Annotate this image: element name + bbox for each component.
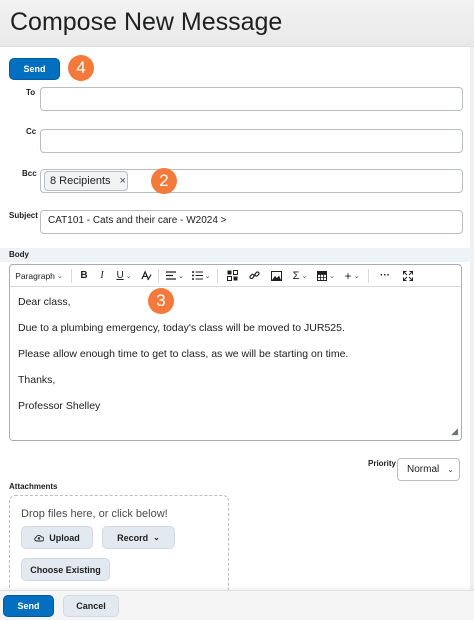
chevron-down-icon: ⌄ — [447, 465, 454, 474]
more-options-icon[interactable]: ··· — [372, 265, 398, 287]
upload-button[interactable]: Upload — [21, 526, 93, 549]
chevron-down-icon: ⌄ — [56, 272, 63, 280]
callout-badge-4: 4 — [68, 55, 94, 81]
cancel-button[interactable]: Cancel — [63, 595, 119, 617]
chevron-down-icon: ⌄ — [204, 272, 211, 280]
equation-dropdown[interactable]: Σ ⌄ — [287, 265, 313, 287]
link-icon[interactable] — [243, 265, 265, 287]
cloud-upload-icon — [34, 534, 45, 541]
insert-stuff-icon[interactable] — [221, 265, 243, 287]
subject-value: CAT101 - Cats and their care - W2024 > — [48, 215, 227, 226]
editor-toolbar: Paragraph ⌄ B I U ⌄ ⌄ ⌄ Σ ⌄ ⌄ + ⌄ ··· — [10, 265, 461, 287]
cc-label: Cc — [26, 127, 37, 136]
italic-button[interactable]: I — [93, 265, 111, 287]
attachments-label: Attachments — [9, 482, 58, 491]
chevron-down-icon: ⌄ — [353, 272, 360, 280]
chevron-down-icon: ⌄ — [178, 272, 184, 280]
bcc-chip-text: 8 Recipients — [50, 175, 111, 187]
image-icon[interactable] — [265, 265, 287, 287]
body-line-thanks: Thanks, — [18, 374, 56, 386]
fullscreen-icon[interactable] — [398, 265, 418, 287]
bullet-list-icon — [191, 271, 203, 280]
to-label: To — [26, 88, 36, 97]
body-label-row: Body — [0, 248, 474, 262]
subject-label: Subject — [9, 211, 38, 220]
bold-button[interactable]: B — [75, 265, 93, 287]
align-left-icon — [166, 271, 177, 280]
close-icon[interactable]: × — [120, 175, 126, 187]
body-line-greeting: Dear class, — [18, 296, 71, 308]
page-title: Compose New Message — [10, 8, 283, 36]
body-label: Body — [9, 250, 29, 259]
bcc-recipients-chip[interactable]: 8 Recipients × — [44, 171, 128, 191]
bcc-label: Bcc — [22, 169, 37, 178]
record-dropdown-button[interactable]: Record ⌄ — [102, 526, 175, 549]
text-style-icon[interactable] — [137, 265, 155, 287]
list-dropdown[interactable]: ⌄ — [188, 265, 214, 287]
choose-existing-button[interactable]: Choose Existing — [21, 558, 110, 581]
table-dropdown[interactable]: ⌄ — [313, 265, 339, 287]
body-line-notice: Due to a plumbing emergency, today's cla… — [18, 322, 345, 334]
paragraph-format-dropdown[interactable]: Paragraph ⌄ — [10, 265, 68, 287]
priority-select[interactable]: Normal ⌄ — [397, 458, 460, 481]
resize-handle-icon[interactable]: ◢ — [451, 426, 458, 437]
align-dropdown[interactable]: ⌄ — [162, 265, 188, 287]
chevron-down-icon: ⌄ — [125, 272, 132, 280]
body-line-reminder: Please allow enough time to get to class… — [18, 348, 349, 360]
page-scrollbar[interactable] — [470, 47, 474, 590]
underline-dropdown[interactable]: U ⌄ — [111, 265, 137, 287]
chevron-down-icon: ⌄ — [329, 272, 335, 280]
plus-icon: + — [344, 268, 352, 283]
callout-badge-3: 3 — [148, 288, 174, 314]
chevron-down-icon: ⌄ — [153, 533, 160, 542]
callout-badge-2: 2 — [151, 168, 177, 194]
send-button-bottom[interactable]: Send — [3, 595, 54, 617]
to-field[interactable] — [40, 87, 463, 111]
sigma-icon: Σ — [292, 269, 300, 282]
chevron-down-icon: ⌄ — [301, 272, 308, 280]
send-button-top[interactable]: Send — [9, 58, 60, 80]
priority-label: Priority — [368, 459, 397, 468]
body-line-signature: Professor Shelley — [18, 400, 101, 412]
body-editor[interactable]: Paragraph ⌄ B I U ⌄ ⌄ ⌄ Σ ⌄ ⌄ + ⌄ ··· De… — [9, 264, 462, 441]
table-icon — [317, 270, 328, 281]
drop-files-text: Drop files here, or click below! — [21, 508, 168, 520]
insert-dropdown[interactable]: + ⌄ — [339, 265, 365, 287]
priority-value: Normal — [407, 464, 440, 475]
cc-field[interactable] — [40, 129, 463, 153]
page-header: Compose New Message — [0, 0, 474, 47]
